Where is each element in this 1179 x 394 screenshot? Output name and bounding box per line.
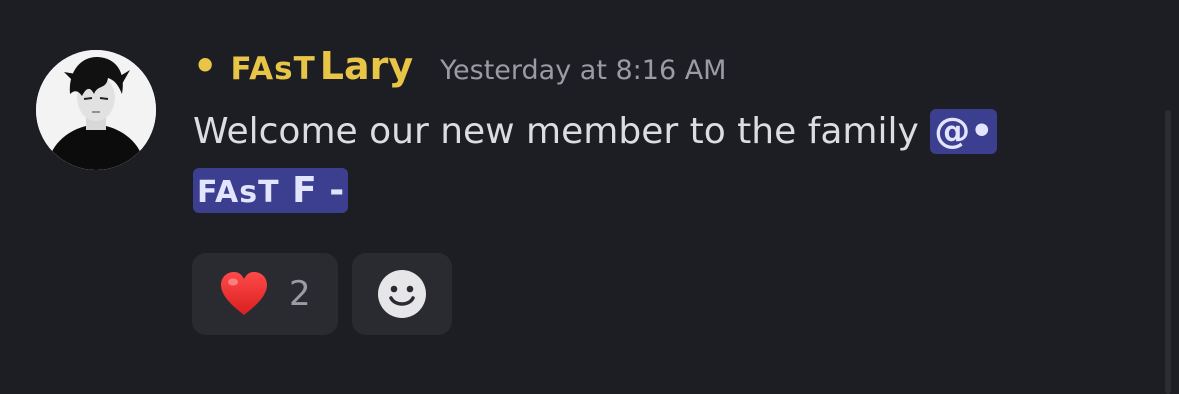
chat-screen: • FAsT Lary Yesterday at 8:16 AM Welcome … (0, 0, 1179, 394)
smiley-icon (378, 270, 426, 318)
scrollbar[interactable] (1165, 110, 1171, 394)
mention-prefix: FAsT (197, 175, 280, 210)
user-mention[interactable]: @• (930, 109, 998, 154)
message-header: • FAsT Lary Yesterday at 8:16 AM (193, 44, 1133, 102)
message-text: Welcome our new member to the family (193, 111, 931, 152)
author-display-name: Lary (319, 44, 414, 88)
message-timestamp: Yesterday at 8:16 AM (440, 55, 727, 86)
chat-message: • FAsT Lary Yesterday at 8:16 AM Welcome … (193, 44, 1133, 222)
message-content: Welcome our new member to the family @• F… (193, 102, 1133, 222)
reaction-count: 2 (289, 274, 311, 314)
mention-name: F - (292, 170, 345, 211)
author-bullet: • (193, 44, 218, 88)
red-heart-icon (221, 272, 267, 315)
add-reaction-button[interactable] (352, 253, 452, 335)
author-prefix: FAsT (230, 51, 316, 87)
reaction-heart[interactable]: 2 (192, 253, 338, 335)
user-mention-continued[interactable]: FAsT F - (193, 168, 349, 213)
reactions-bar: 2 (192, 253, 452, 335)
author-name[interactable]: • FAsT Lary (193, 44, 413, 88)
avatar-illustration (36, 50, 156, 170)
user-avatar[interactable] (36, 50, 156, 170)
mention-head: @• (934, 111, 994, 152)
